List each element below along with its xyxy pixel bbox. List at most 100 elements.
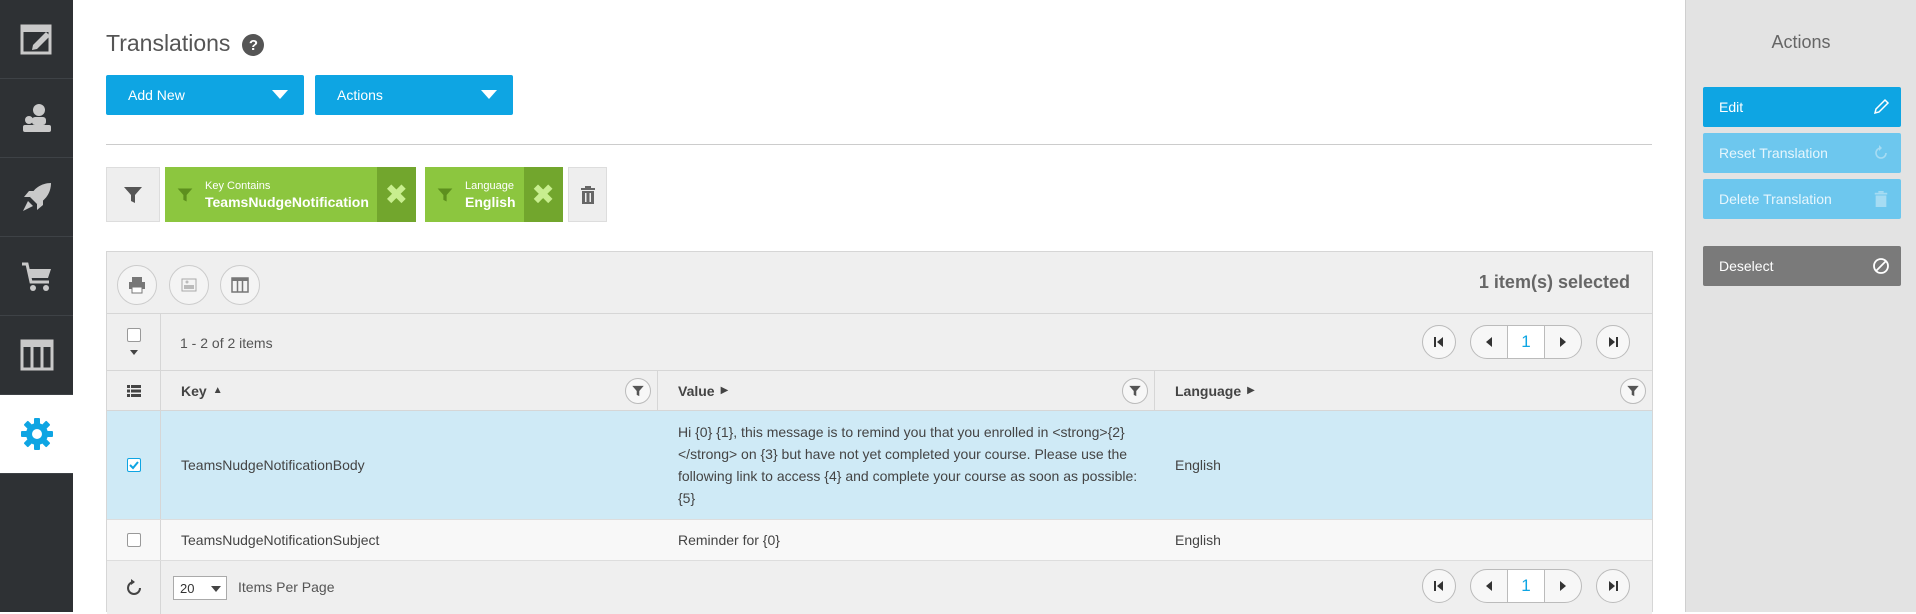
filter-chip-label: Language bbox=[465, 179, 514, 192]
cell-value: Hi {0} {1}, this message is to remind yo… bbox=[678, 424, 1138, 506]
funnel-icon bbox=[165, 186, 205, 204]
row-select-cell[interactable] bbox=[107, 411, 161, 519]
funnel-icon bbox=[632, 385, 644, 397]
nav-item-launch[interactable] bbox=[0, 158, 73, 237]
trash-icon bbox=[580, 185, 595, 204]
cart-icon bbox=[21, 262, 51, 291]
row-select-cell[interactable] bbox=[107, 520, 161, 560]
actions-dropdown-button[interactable]: Actions bbox=[315, 75, 513, 115]
last-page-icon bbox=[1609, 581, 1618, 591]
chevron-right-icon bbox=[1560, 581, 1566, 591]
row-checkbox[interactable] bbox=[126, 458, 141, 472]
prev-page-button[interactable] bbox=[1471, 570, 1507, 602]
table-row[interactable]: TeamsNudgeNotificationBody Hi {0} {1}, t… bbox=[107, 411, 1652, 520]
checkmark-icon bbox=[128, 461, 139, 470]
column-header-language[interactable]: Language ▶ bbox=[1155, 371, 1652, 410]
refresh-icon bbox=[126, 578, 141, 595]
cell-language: English bbox=[1175, 532, 1221, 548]
clear-filters-button[interactable] bbox=[568, 167, 607, 222]
reset-label: Reset Translation bbox=[1719, 145, 1828, 161]
column-header-value[interactable]: Value ▶ bbox=[658, 371, 1155, 410]
table-row[interactable]: TeamsNudgeNotificationSubject Reminder f… bbox=[107, 520, 1652, 561]
prev-page-button[interactable] bbox=[1471, 326, 1507, 358]
row-checkbox[interactable] bbox=[126, 533, 141, 547]
deselect-button[interactable]: Deselect bbox=[1703, 246, 1901, 286]
print-button[interactable] bbox=[117, 265, 157, 305]
column-header-label: Language bbox=[1175, 382, 1242, 399]
first-page-button[interactable] bbox=[1422, 569, 1456, 603]
filter-button[interactable] bbox=[106, 167, 160, 222]
funnel-icon bbox=[1129, 385, 1141, 397]
first-page-icon bbox=[1434, 581, 1443, 591]
chevron-down-icon bbox=[211, 586, 221, 592]
list-icon bbox=[126, 384, 141, 397]
actions-panel-title: Actions bbox=[1771, 32, 1831, 52]
current-page[interactable]: 1 bbox=[1507, 326, 1545, 358]
delete-translation-button[interactable]: Delete Translation bbox=[1703, 179, 1901, 219]
title-row: Translations ? bbox=[106, 30, 265, 57]
columns-icon bbox=[20, 339, 53, 371]
column-filter-button[interactable] bbox=[1620, 378, 1646, 404]
nav-item-settings[interactable] bbox=[0, 395, 73, 474]
grid-footer: 20 Items Per Page 1 bbox=[107, 561, 1652, 614]
translations-grid: 1 item(s) selected 1 - 2 of 2 items 1 Ke… bbox=[106, 251, 1653, 614]
sort-indicator-icon: ▶ bbox=[1247, 385, 1255, 396]
columns-button[interactable] bbox=[220, 265, 260, 305]
filter-chip-language: Language English ✖ bbox=[425, 167, 563, 222]
current-page[interactable]: 1 bbox=[1507, 570, 1545, 602]
grid-header: Key ▲ Value ▶ Language ▶ bbox=[107, 371, 1652, 411]
columns-icon bbox=[231, 277, 249, 293]
grid-toolbar: 1 item(s) selected bbox=[107, 252, 1652, 314]
pager-info: 1 - 2 of 2 items bbox=[180, 335, 273, 351]
select-all-checkbox[interactable] bbox=[126, 327, 141, 342]
ban-icon bbox=[1871, 256, 1891, 276]
nav-item-store[interactable] bbox=[0, 237, 73, 316]
trash-icon bbox=[1871, 189, 1891, 209]
first-page-icon bbox=[1434, 337, 1443, 347]
column-filter-button[interactable] bbox=[1122, 378, 1148, 404]
reset-translation-button[interactable]: Reset Translation bbox=[1703, 133, 1901, 173]
close-icon[interactable]: ✖ bbox=[376, 167, 416, 222]
items-per-page-label: Items Per Page bbox=[238, 579, 335, 595]
select-all-cell[interactable] bbox=[107, 314, 161, 370]
column-menu-cell[interactable] bbox=[107, 371, 161, 410]
nav-item-content[interactable] bbox=[0, 0, 73, 79]
items-per-page-select[interactable]: 20 bbox=[173, 576, 227, 600]
sort-indicator-icon: ▶ bbox=[720, 385, 729, 396]
pager-bottom: 1 bbox=[1422, 569, 1630, 603]
refresh-button[interactable] bbox=[107, 561, 161, 614]
deselect-label: Deselect bbox=[1719, 258, 1774, 274]
chevron-down-icon bbox=[129, 349, 138, 355]
print-icon bbox=[129, 277, 145, 294]
close-icon[interactable]: ✖ bbox=[523, 167, 563, 222]
actions-panel: Actions Edit Reset Translation Delete Tr… bbox=[1685, 0, 1916, 612]
cell-key: TeamsNudgeNotificationSubject bbox=[181, 532, 380, 548]
column-header-key[interactable]: Key ▲ bbox=[161, 371, 658, 410]
export-icon bbox=[181, 278, 197, 292]
items-per-page-value: 20 bbox=[180, 580, 195, 596]
funnel-icon bbox=[425, 186, 465, 204]
sort-asc-icon: ▲ bbox=[212, 385, 223, 396]
edit-button[interactable]: Edit bbox=[1703, 87, 1901, 127]
refresh-icon bbox=[1871, 143, 1891, 163]
last-page-button[interactable] bbox=[1596, 325, 1630, 359]
add-new-label: Add New bbox=[128, 87, 185, 103]
filter-chip-label: Key Contains bbox=[205, 179, 271, 192]
selected-count: 1 item(s) selected bbox=[1478, 272, 1630, 292]
filter-chip-key: Key Contains TeamsNudgeNotification ✖ bbox=[165, 167, 416, 222]
first-page-button[interactable] bbox=[1422, 325, 1456, 359]
last-page-button[interactable] bbox=[1596, 569, 1630, 603]
page-title: Translations bbox=[106, 30, 231, 56]
next-page-button[interactable] bbox=[1545, 570, 1581, 602]
column-filter-button[interactable] bbox=[625, 378, 651, 404]
export-button[interactable] bbox=[169, 265, 209, 305]
nav-item-layout[interactable] bbox=[0, 316, 73, 395]
help-icon[interactable]: ? bbox=[242, 34, 265, 56]
last-page-icon bbox=[1609, 337, 1618, 347]
funnel-icon bbox=[1627, 385, 1639, 397]
pager-row-top: 1 - 2 of 2 items 1 bbox=[107, 314, 1652, 371]
next-page-button[interactable] bbox=[1545, 326, 1581, 358]
nav-item-users[interactable] bbox=[0, 79, 73, 158]
page-nav: 1 bbox=[1470, 325, 1582, 359]
add-new-button[interactable]: Add New bbox=[106, 75, 304, 115]
